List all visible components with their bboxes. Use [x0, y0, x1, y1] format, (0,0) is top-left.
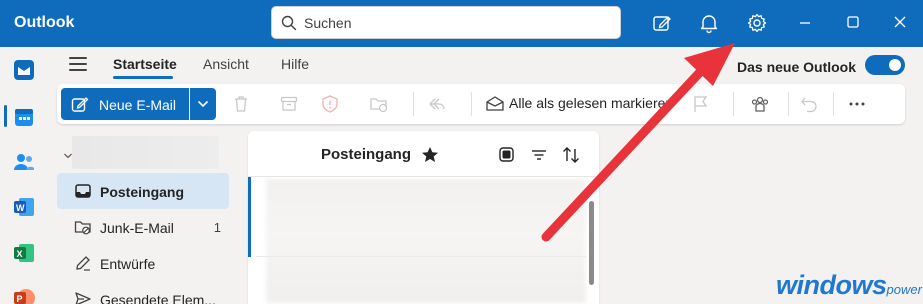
maximize-icon[interactable] [843, 12, 863, 32]
people-icon[interactable] [12, 150, 36, 174]
chevron-down-icon [197, 100, 209, 108]
reply-icon[interactable] [427, 94, 447, 114]
account-name-redacted[interactable] [72, 136, 219, 169]
more-icon[interactable] [847, 94, 867, 114]
new-outlook-toggle[interactable] [865, 55, 905, 75]
new-mail-label: Neue E-Mail [99, 97, 177, 113]
search-icon [281, 15, 297, 31]
new-outlook-label: Das neue Outlook [737, 59, 857, 75]
inbox-icon [75, 184, 91, 198]
hamburger-menu-icon[interactable] [69, 57, 87, 71]
folder-pane: Posteingang Junk-E-Mail 1 Entwürfe Gesen… [48, 128, 238, 304]
undo-icon[interactable] [799, 94, 819, 114]
list-title: Posteingang [321, 146, 412, 163]
tab-active-underline [113, 76, 173, 79]
compose-icon [71, 97, 89, 112]
watermark-logo: windowspower [776, 270, 922, 301]
ribbon-separator [833, 92, 834, 116]
watermark-main: windows [776, 270, 887, 300]
search-box[interactable]: Suchen [271, 6, 621, 39]
filter-icon[interactable] [529, 145, 549, 165]
ribbon-separator [788, 92, 789, 116]
ribbon-separator [733, 92, 734, 116]
word-icon[interactable]: W [12, 195, 36, 219]
folder-label: Posteingang [100, 184, 185, 200]
sort-icon[interactable] [561, 145, 581, 165]
mail-icon[interactable] [12, 58, 36, 82]
scrollbar-thumb[interactable] [589, 201, 594, 285]
new-mail-button[interactable]: Neue E-Mail [61, 88, 189, 120]
unread-count-badge: 1 [213, 220, 221, 235]
delete-icon[interactable] [231, 94, 251, 114]
report-icon[interactable] [320, 94, 340, 114]
watermark-sub: power [886, 282, 922, 297]
tab-hilfe[interactable]: Hilfe [281, 56, 309, 72]
folder-item-posteingang[interactable]: Posteingang [57, 173, 229, 209]
folder-item-gesendet[interactable]: Gesendete Elem... [57, 281, 229, 304]
scroll-up-icon[interactable] [588, 183, 596, 191]
junk-icon [74, 221, 91, 235]
minimize-icon[interactable] [795, 12, 815, 32]
title-bar: Outlook Suchen [0, 0, 923, 47]
folder-label: Entwürfe [100, 256, 156, 272]
ribbon-toolbar: Neue E-Mail Alle als gelesen markieren [57, 84, 905, 124]
new-mail-dropdown[interactable] [190, 88, 216, 120]
list-divider [248, 176, 599, 177]
message-previews-redacted[interactable] [266, 179, 586, 303]
star-icon[interactable] [420, 145, 440, 165]
compose-note-icon[interactable] [651, 12, 673, 34]
rail-active-indicator [4, 105, 7, 127]
svg-text:P: P [17, 294, 23, 304]
archive-icon[interactable] [279, 94, 299, 114]
app-rail: W X P [0, 47, 48, 304]
select-icon[interactable] [497, 145, 517, 165]
ribbon-separator [413, 92, 414, 116]
selected-message-indicator [248, 177, 251, 257]
svg-text:X: X [17, 249, 23, 259]
folder-label: Junk-E-Mail [100, 220, 174, 236]
message-separator [256, 256, 586, 257]
svg-text:W: W [16, 203, 25, 213]
folder-item-junk[interactable]: Junk-E-Mail 1 [57, 209, 229, 245]
tab-startseite[interactable]: Startseite [113, 56, 177, 72]
powerpoint-icon[interactable]: P [12, 286, 36, 304]
bell-icon[interactable] [698, 12, 720, 34]
flag-icon[interactable] [691, 94, 711, 114]
drafts-icon [76, 256, 90, 271]
close-icon[interactable] [890, 12, 910, 32]
ribbon-tabs: Startseite Ansicht Hilfe Das neue Outloo… [48, 47, 923, 81]
tab-ansicht[interactable]: Ansicht [203, 56, 249, 72]
mark-read-icon[interactable] [485, 94, 505, 114]
search-input[interactable]: Suchen [304, 15, 351, 31]
mark-all-read-button[interactable]: Alle als gelesen markieren [509, 95, 673, 111]
folder-label: Gesendete Elem... [100, 292, 216, 304]
sent-icon [75, 292, 91, 304]
gear-icon[interactable] [746, 12, 768, 34]
ribbon-separator [471, 92, 472, 116]
group-icon[interactable] [750, 94, 770, 114]
folder-item-entwuerfe[interactable]: Entwürfe [57, 245, 229, 281]
toggle-knob [889, 59, 901, 71]
message-list: Posteingang [248, 131, 599, 304]
app-name: Outlook [14, 14, 75, 31]
calendar-icon[interactable] [12, 105, 36, 129]
move-folder-icon[interactable] [369, 94, 389, 114]
excel-icon[interactable]: X [12, 241, 36, 265]
